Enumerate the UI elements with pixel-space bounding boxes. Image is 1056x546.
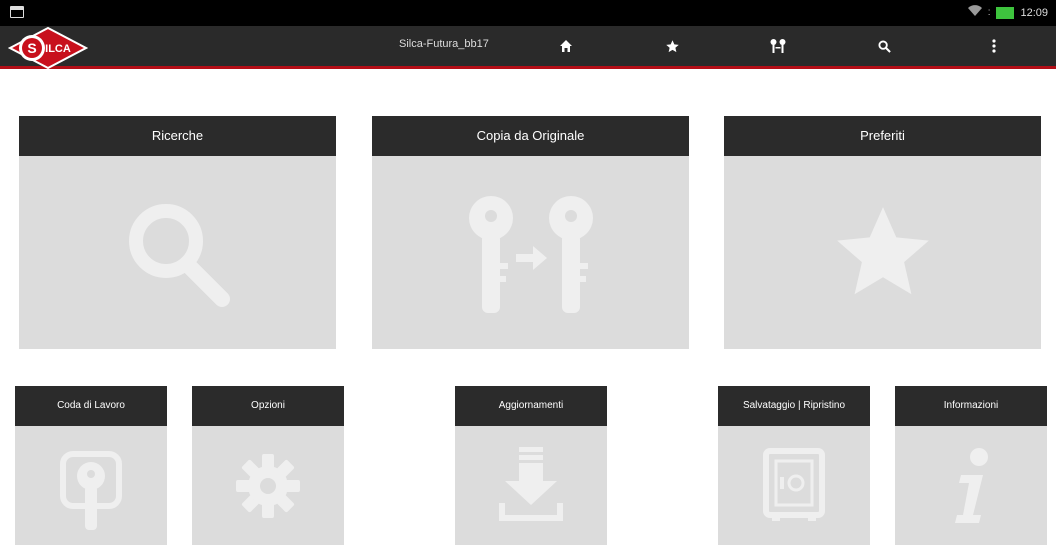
tile-copia-da-originale[interactable]: Copia da Originale bbox=[372, 116, 689, 349]
tile-coda-di-lavoro[interactable]: Coda di Lavoro bbox=[15, 386, 167, 545]
star-icon bbox=[724, 156, 1041, 349]
tile-title: Salvataggio | Ripristino bbox=[718, 386, 870, 426]
status-bar: : 12:09 bbox=[0, 0, 1056, 26]
battery-icon bbox=[996, 6, 1015, 19]
tile-title: Aggiornamenti bbox=[455, 386, 607, 426]
app-title: Silca-Futura_bb17 bbox=[399, 38, 489, 50]
tile-preferiti[interactable]: Preferiti bbox=[724, 116, 1041, 349]
info-icon bbox=[895, 426, 1047, 545]
silca-logo: S ILCA bbox=[7, 22, 89, 78]
tile-title: Opzioni bbox=[192, 386, 344, 426]
keys-icon[interactable] bbox=[768, 36, 788, 56]
tile-title: Ricerche bbox=[19, 116, 336, 156]
overflow-menu-icon[interactable] bbox=[984, 36, 1004, 56]
work-queue-icon bbox=[15, 426, 167, 545]
tile-title: Coda di Lavoro bbox=[15, 386, 167, 426]
search-icon[interactable] bbox=[874, 36, 894, 56]
app-bar: Silca-Futura_bb17 bbox=[0, 26, 1056, 69]
notification-icon bbox=[10, 6, 24, 18]
download-icon bbox=[455, 426, 607, 545]
key-copy-icon bbox=[372, 156, 689, 349]
svg-text:ILCA: ILCA bbox=[45, 43, 71, 55]
tile-title: Preferiti bbox=[724, 116, 1041, 156]
tile-salvataggio-ripristino[interactable]: Salvataggio | Ripristino bbox=[718, 386, 870, 545]
clock-text: 12:09 bbox=[1020, 6, 1048, 19]
tile-ricerche[interactable]: Ricerche bbox=[19, 116, 336, 349]
svg-text:S: S bbox=[27, 40, 36, 56]
tile-title: Informazioni bbox=[895, 386, 1047, 426]
tile-aggiornamenti[interactable]: Aggiornamenti bbox=[455, 386, 607, 545]
home-icon[interactable] bbox=[556, 36, 576, 56]
tile-opzioni[interactable]: Opzioni bbox=[192, 386, 344, 545]
gear-icon bbox=[192, 426, 344, 545]
search-icon bbox=[19, 156, 336, 349]
signal-dot: : bbox=[987, 7, 991, 18]
star-icon[interactable] bbox=[662, 36, 682, 56]
tile-title: Copia da Originale bbox=[372, 116, 689, 156]
tile-informazioni[interactable]: Informazioni bbox=[895, 386, 1047, 545]
safe-icon bbox=[718, 426, 870, 545]
wifi-icon bbox=[967, 5, 982, 20]
